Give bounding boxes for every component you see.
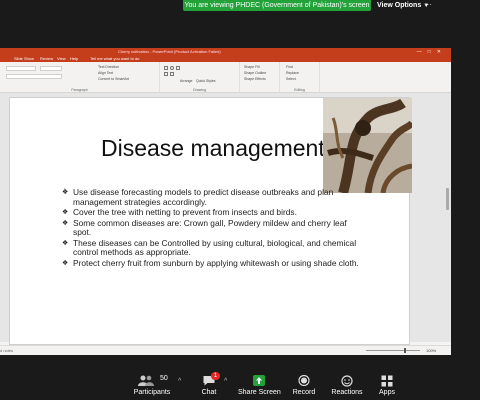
ribbon: Text Direction Align Text Convert to Sma… <box>0 62 451 93</box>
ppt-status-bar: d notes 100% <box>0 345 451 355</box>
apps-icon <box>381 375 393 387</box>
editing-group-label: Editing <box>294 88 305 92</box>
participants-button[interactable]: 50 Participants <box>130 372 174 400</box>
bullet-list: Use disease forecasting models to predic… <box>62 187 362 269</box>
share-screen-button[interactable]: Share Screen <box>238 372 281 400</box>
bullet-item: Use disease forecasting models to predic… <box>62 187 362 207</box>
more-icon[interactable]: ··· <box>424 0 432 11</box>
share-screen-icon <box>253 375 265 386</box>
replace-button[interactable]: Replace <box>286 71 299 75</box>
share-screen-label: Share Screen <box>238 389 281 396</box>
align-text-button[interactable]: Align Text <box>98 71 113 75</box>
bullet-item: Some common diseases are: Crown gall, Po… <box>62 218 362 238</box>
window-controls-icon[interactable]: —□✕ <box>417 48 447 56</box>
record-label: Record <box>292 389 316 396</box>
root-image-icon <box>323 98 412 193</box>
apps-button[interactable]: Apps <box>374 372 400 400</box>
list-buttons[interactable] <box>6 66 36 71</box>
record-button[interactable]: Record <box>288 372 320 400</box>
participants-label: Participants <box>133 389 171 396</box>
participants-caret-icon[interactable]: ^ <box>178 378 181 385</box>
chat-unread-badge: 1 <box>211 372 220 380</box>
record-icon <box>298 375 310 386</box>
view-buttons <box>298 348 334 353</box>
alignment-buttons[interactable] <box>6 74 62 79</box>
editing-group: Find Replace Select Editing <box>280 62 320 93</box>
shape-box-icon[interactable] <box>176 66 180 70</box>
shape-format-group: Shape Fill Shape Outline Shape Effects <box>240 62 280 93</box>
zoom-percentage[interactable]: 100% <box>426 346 436 355</box>
ppt-titlebar: Cherry cultivation - PowerPoint (Product… <box>0 48 451 56</box>
find-button[interactable]: Find <box>286 65 293 69</box>
bullet-item: These diseases can be Controlled by usin… <box>62 238 362 258</box>
slide-editing-area: Disease management ‚ Use dise <box>0 93 451 345</box>
zoom-meeting-window: You are viewing PHDEC (Government of Pak… <box>0 0 480 400</box>
shared-powerpoint-window: Cherry cultivation - PowerPoint (Product… <box>0 48 451 355</box>
zoom-toolbar: 50 Participants ^ 1 Chat ^ Share Screen … <box>0 360 480 400</box>
drawing-group: Arrange Quick Styles Drawing <box>160 62 240 93</box>
shape-rect-icon[interactable] <box>164 66 168 70</box>
reactions-icon <box>341 375 353 387</box>
participants-count: 50 <box>160 375 168 382</box>
bullet-item: Protect cherry fruit from sunburn by app… <box>62 258 362 269</box>
arrange-button[interactable]: Arrange <box>180 79 192 83</box>
apps-label: Apps <box>379 389 395 396</box>
notes-toggle[interactable]: d notes <box>0 346 13 355</box>
convert-smartart-button[interactable]: Convert to SmartArt <box>98 77 129 81</box>
shape-line-icon[interactable] <box>164 72 168 76</box>
shape-outline-button[interactable]: Shape Outline <box>244 71 266 75</box>
chat-button[interactable]: 1 Chat <box>192 372 226 400</box>
shape-effects-button[interactable]: Shape Effects <box>244 77 266 81</box>
zoom-slider-thumb[interactable] <box>404 348 406 353</box>
select-button[interactable]: Select <box>286 77 296 81</box>
paragraph-group: Text Direction Align Text Convert to Sma… <box>0 62 160 93</box>
drawing-group-label: Drawing <box>193 88 206 92</box>
chat-label: Chat <box>201 389 217 396</box>
quick-styles-button[interactable]: Quick Styles <box>196 79 215 83</box>
shape-oval-icon[interactable] <box>170 66 174 70</box>
zoom-slider[interactable] <box>366 350 420 351</box>
chat-caret-icon[interactable]: ^ <box>224 378 227 385</box>
paragraph-group-label: Paragraph <box>71 88 88 92</box>
text-direction-button[interactable]: Text Direction <box>98 65 119 69</box>
viewing-share-banner: You are viewing PHDEC (Government of Pak… <box>183 0 371 11</box>
participants-icon <box>138 375 154 386</box>
indent-buttons[interactable] <box>40 66 62 71</box>
slide-canvas[interactable]: Disease management ‚ Use dise <box>9 97 412 345</box>
vertical-scrollbar[interactable] <box>446 188 449 210</box>
reactions-button[interactable]: Reactions <box>328 372 366 400</box>
shape-fill-button[interactable]: Shape Fill <box>244 65 260 69</box>
cherry-root-photo <box>323 98 412 193</box>
slide-title: Disease management <box>101 135 325 161</box>
bullet-item: Cover the tree with netting to prevent f… <box>62 207 362 218</box>
shape-arrow-icon[interactable] <box>170 72 174 76</box>
zoom-top-bar: You are viewing PHDEC (Government of Pak… <box>0 0 480 14</box>
document-title: Cherry cultivation - PowerPoint (Product… <box>118 49 221 54</box>
view-options-label: View Options <box>377 2 422 9</box>
reactions-label: Reactions <box>331 389 363 396</box>
